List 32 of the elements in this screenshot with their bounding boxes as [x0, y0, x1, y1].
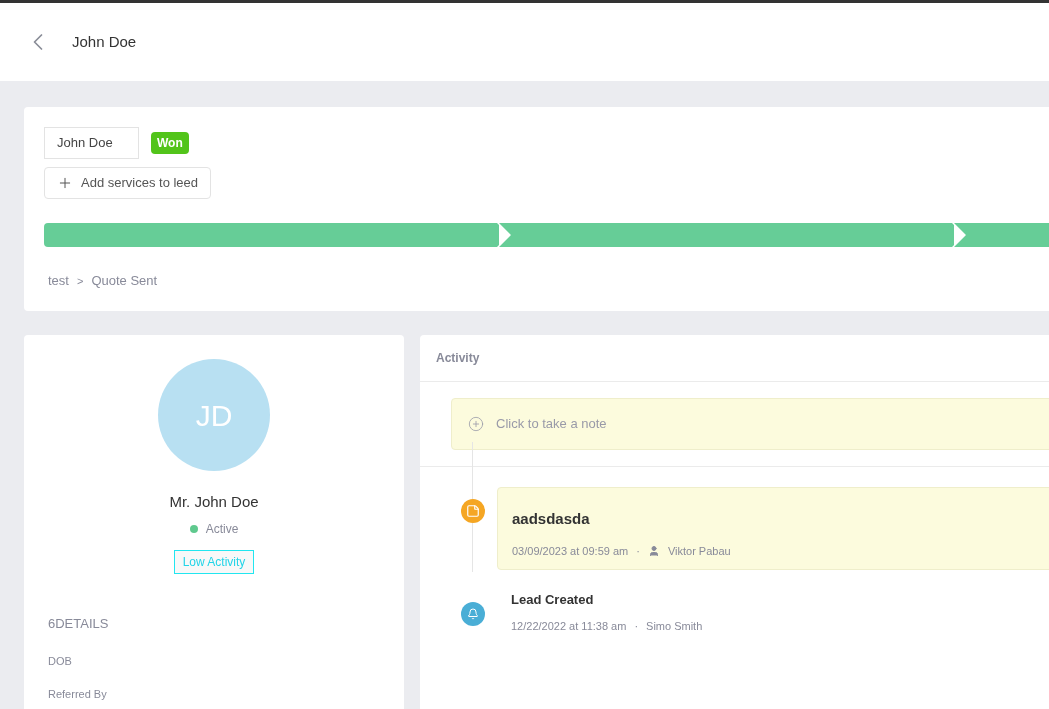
add-services-button[interactable]: Add services to leed: [44, 167, 212, 199]
meta-separator: ·: [634, 618, 639, 634]
event-title: Lead Created: [511, 591, 595, 609]
note-badge-icon: [461, 499, 485, 523]
field-label: Referred By: [48, 686, 108, 702]
breadcrumb-item[interactable]: Quote Sent: [91, 271, 158, 291]
entry-time: 12/22/2022 at 11:38 am: [511, 618, 627, 634]
status-badge: Won: [151, 132, 189, 154]
activity-tag: Low Activity: [173, 549, 255, 574]
add-icon: [468, 416, 484, 432]
note-input[interactable]: Click to take a note: [451, 398, 1049, 450]
pipeline-stage[interactable]: [44, 223, 499, 247]
page-title: John Doe: [72, 31, 137, 52]
contact-status: Active: [205, 520, 239, 538]
details-heading: 6DETAILS: [48, 614, 110, 633]
note-title: aadsdasda: [512, 509, 591, 529]
avatar: JD: [158, 359, 270, 471]
entry-time: 03/09/2023 at 09:59 am: [512, 543, 629, 559]
meta-separator: ·: [636, 543, 640, 559]
contact-name: Mr. John Doe: [169, 492, 259, 512]
plus-icon: [57, 175, 73, 191]
breadcrumb-item[interactable]: test: [48, 271, 69, 291]
note-placeholder: Click to take a note: [496, 415, 607, 434]
user-icon: [647, 544, 660, 557]
field-label: DOB: [48, 654, 73, 669]
pipeline-stage[interactable]: [499, 223, 954, 247]
lead-name-field[interactable]: John Doe: [44, 127, 139, 159]
panel-title: Activity: [436, 350, 480, 367]
entry-author: Simo Smith: [646, 618, 703, 634]
bell-badge-icon: [461, 602, 485, 626]
entry-author: Viktor Pabau: [667, 543, 731, 559]
breadcrumb-separator: >: [76, 273, 84, 289]
